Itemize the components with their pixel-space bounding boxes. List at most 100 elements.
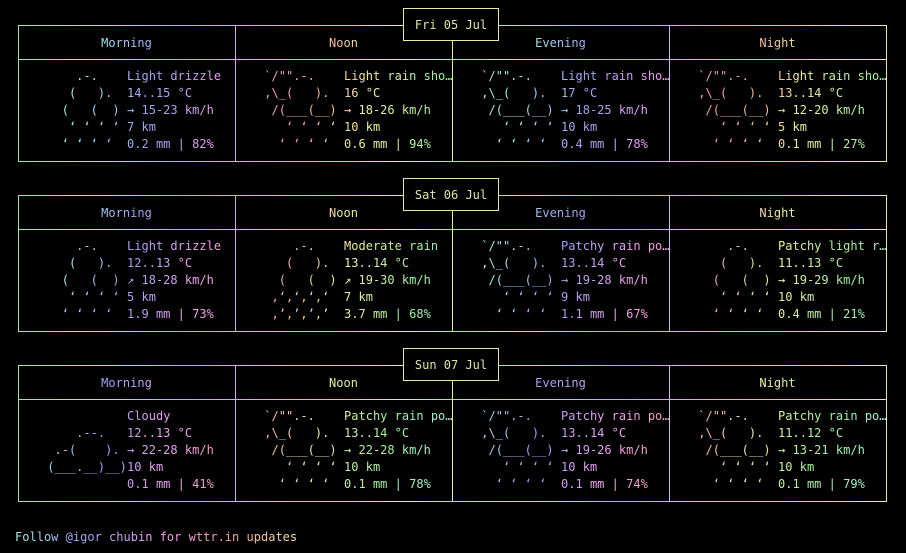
wind-value: → 19-26 km/h [561,443,648,457]
condition-value: Patchy rain po… [778,409,887,423]
temperature-value: 13..14 °C [561,426,627,440]
condition-value: Cloudy [127,409,171,423]
weather-info: Light rain sho… 13..14 °C → 12-20 km/h 5 km… [778,68,888,153]
period-label-text: Noon [329,206,358,220]
ascii-art-line: ( ( ) [61,103,120,117]
weather-ascii-art-icon: .-. ( ). ( ( ) ‘ ‘ ‘ ‘ ‘ ‘ ‘ ‘ [40,238,140,323]
ascii-art-line: ‘ ‘ ‘ ‘ [278,477,330,491]
footer-follow-text: Follow @igor chubin for wttr.in updates [15,529,297,546]
condition-value: Moderate rain [344,239,439,253]
date-label: Sat 06 Jul [403,178,499,211]
period-label-text: Evening [535,376,586,390]
wind-value: → 18-25 km/h [561,103,648,117]
temperature-value: 12..13 °C [127,256,193,270]
precipitation-value: 0.1 mm | 79% [778,477,865,491]
period-label-text: Morning [101,36,152,50]
weather-ascii-art-icon: `/"".-. ,\_( ). /(___(__) ‘ ‘ ‘ ‘ ‘ ‘ ‘ … [474,408,574,493]
ascii-art-line: .-. [76,69,98,83]
ascii-art-line: ,\_( ). [264,86,330,100]
wind-value: ↗ 19-30 km/h [344,273,431,287]
temperature-value: 14..15 °C [127,86,193,100]
ascii-art-line: `/"".-. [264,69,315,83]
temperature-value: 13..14 °C [561,256,627,270]
precipitation-value: 0.4 mm | 78% [561,137,648,151]
date-text: Sat 06 Jul [414,187,488,202]
date-text: Sun 07 Jul [414,357,488,372]
precipitation-value: 0.1 mm | 74% [561,477,648,491]
weather-info: Patchy rain po… 11..12 °C → 13-21 km/h 10 k… [778,408,888,493]
ascii-art-line: ( ). [68,86,113,100]
condition-value: Light drizzle [127,69,222,83]
ascii-art-line: ‘ ‘ ‘ ‘ [719,290,771,304]
ascii-art-line: ‘ ‘ ‘ ‘ [495,307,547,321]
precipitation-value: 0.1 mm | 41% [127,477,214,491]
condition-value: Patchy rain po… [561,239,670,253]
condition-value: Patchy rain po… [344,409,453,423]
date-label: Sun 07 Jul [403,348,499,381]
wind-value: → 22-28 km/h [344,443,431,457]
temperature-value: 11..13 °C [778,256,844,270]
ascii-art-line: /(___(__) [271,443,337,457]
weather-ascii-art-icon: `/"".-. ,\_( ). /(___(__) ‘ ‘ ‘ ‘ ‘ ‘ ‘ … [257,68,357,153]
weather-info: Patchy rain po… 13..14 °C → 22-28 km/h 10 k… [344,408,454,493]
condition-value: Light drizzle [127,239,222,253]
ascii-art-line: .-( ). [54,443,120,457]
condition-value: Patchy light r… [778,239,887,253]
period-night: Night [669,205,886,222]
condition-value: Light rain sho… [778,69,887,83]
temperature-value: 13..14 °C [778,86,844,100]
temperature-value: 12..13 °C [127,426,193,440]
ascii-art-line: ‘ ‘ ‘ ‘ [719,460,771,474]
precipitation-value: 0.1 mm | 27% [778,137,865,151]
ascii-art-line: ( ( ) [278,273,337,287]
ascii-art-line: `/"".-. [698,409,749,423]
ascii-art-line: /(___(__) [271,103,337,117]
temperature-value: 11..12 °C [778,426,844,440]
ascii-art-line: ,\_( ). [698,86,764,100]
condition-value: Light rain sho… [561,69,670,83]
ascii-art-line: /(___(__) [705,443,771,457]
ascii-art-line: (___.__)__) [47,460,127,474]
ascii-art-line: `/"".-. [698,69,749,83]
ascii-art-line: ‘ ‘ ‘ ‘ [68,290,120,304]
period-label-text: Morning [101,376,152,390]
period-label-text: Night [759,206,796,220]
visibility-value: 10 km [778,290,815,304]
wind-value: ↗ 18-28 km/h [127,273,214,287]
ascii-art-line: /(___(__) [705,103,771,117]
ascii-art-line: /(___(__) [488,103,554,117]
weather-ascii-art-icon: .-. ( ). ( ( ) ‘ ‘ ‘ ‘ ‘ ‘ ‘ ‘ [691,238,791,323]
precipitation-value: 1.1 mm | 67% [561,307,648,321]
ascii-art-line: ‘ ‘ ‘ ‘ [61,307,113,321]
visibility-value: 10 km [778,460,815,474]
ascii-art-line: ‘ ‘ ‘ ‘ [712,137,764,151]
period-label-text: Noon [329,36,358,50]
day-forecast: Sat 06 Jul Morning Noon Evening Night .-… [18,178,887,332]
ascii-art-line: ( ( ) [712,273,771,287]
period-night: Night [669,375,886,392]
period-morning: Morning [18,205,235,222]
ascii-art-line: /(___(__) [488,443,554,457]
ascii-art-line: `/"".-. [264,409,315,423]
ascii-art-line: `/"".-. [481,409,532,423]
period-label-text: Noon [329,376,358,390]
temperature-value: 17 °C [561,86,598,100]
temperature-value: 13..14 °C [344,426,410,440]
ascii-art-line: `/"".-. [481,239,532,253]
date-label: Fri 05 Jul [403,8,499,41]
ascii-art-line: ,\_( ). [698,426,764,440]
ascii-art-line: .--. [76,426,106,440]
terminal-screen: Fri 05 Jul Morning Noon Evening Night .-… [0,0,906,553]
period-morning: Morning [18,35,235,52]
ascii-art-line: ‘ ‘ ‘ ‘ [502,460,554,474]
visibility-value: 10 km [344,460,381,474]
ascii-art-line: ,\_( ). [481,86,547,100]
visibility-value: 10 km [344,120,381,134]
weather-ascii-art-icon: `/"".-. ,\_( ). /(___(__) ‘ ‘ ‘ ‘ ‘ ‘ ‘ … [474,238,574,323]
wind-value: → 15-23 km/h [127,103,214,117]
ascii-art-line: ‘ ‘ ‘ ‘ [502,120,554,134]
visibility-value: 7 km [344,290,373,304]
condition-value: Light rain sho… [344,69,453,83]
ascii-art-line: /(___(__) [488,273,554,287]
weather-info: Cloudy 12..13 °C → 22-28 km/h 10 km 0.1 mm |… [127,408,237,493]
